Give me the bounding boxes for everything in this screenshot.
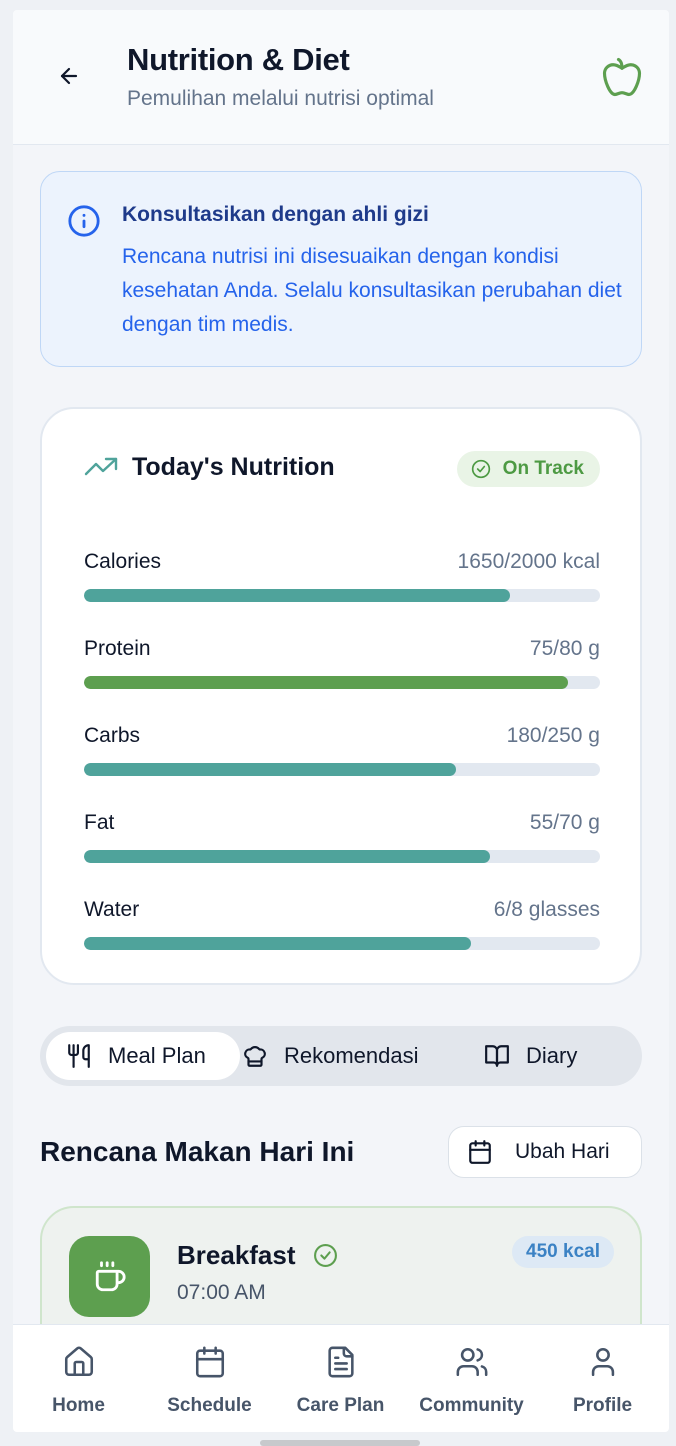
nav-label: Community	[419, 1395, 524, 1416]
metric-value: 75/80 g	[529, 637, 600, 660]
progress-bar	[84, 763, 600, 776]
calendar-icon	[469, 1140, 491, 1164]
progress-fill	[84, 763, 456, 776]
bottom-navigation: Home Schedule Care Plan Community Profil…	[13, 1324, 669, 1432]
tab-meal-plan[interactable]: Meal Plan	[46, 1032, 240, 1080]
chef-hat-icon	[244, 1046, 266, 1067]
metric-value: 55/70 g	[529, 811, 600, 834]
check-circle-icon	[314, 1244, 337, 1267]
tab-label: Rekomendasi	[284, 1043, 419, 1068]
meal-icon-box	[69, 1236, 150, 1317]
tab-diary[interactable]: Diary	[484, 1032, 614, 1080]
nutritionist-info-box: Konsultasikan dengan ahli gizi Rencana n…	[40, 171, 642, 367]
nav-profile[interactable]: Profile	[537, 1345, 668, 1425]
metric-fat: Fat 55/70 g	[84, 811, 600, 871]
metric-protein: Protein 75/80 g	[84, 637, 600, 697]
metric-value: 180/250 g	[506, 724, 600, 747]
info-icon	[68, 205, 100, 237]
progress-bar	[84, 850, 600, 863]
home-indicator	[260, 1440, 420, 1446]
coffee-icon	[95, 1260, 125, 1291]
user-icon	[591, 1347, 614, 1377]
metric-carbs: Carbs 180/250 g	[84, 724, 600, 784]
metric-label: Protein	[84, 637, 151, 660]
meal-name: Breakfast	[177, 1240, 296, 1270]
meal-time: 07:00 AM	[177, 1281, 266, 1304]
metric-label: Water	[84, 898, 140, 921]
progress-bar	[84, 589, 600, 602]
progress-fill	[84, 850, 490, 863]
apple-icon	[602, 57, 642, 97]
section-title: Rencana Makan Hari Ini	[40, 1136, 355, 1167]
page-header: Nutrition & Diet Pemulihan melalui nutri…	[13, 10, 669, 145]
nav-care-plan[interactable]: Care Plan	[275, 1345, 406, 1425]
page-subtitle: Pemulihan melalui nutrisi optimal	[127, 87, 434, 110]
tab-label: Meal Plan	[108, 1043, 206, 1068]
status-badge: On Track	[456, 451, 600, 487]
nav-label: Profile	[572, 1395, 633, 1416]
metric-label: Carbs	[84, 724, 141, 747]
metric-label: Calories	[84, 550, 162, 573]
tab-bar: Meal Plan Rekomendasi Diary	[40, 1026, 642, 1086]
metric-value: 1650/2000 kcal	[457, 550, 600, 573]
nav-label: Schedule	[167, 1395, 252, 1416]
back-button[interactable]	[53, 60, 85, 92]
nutrition-title: Today's Nutrition	[132, 453, 335, 481]
change-day-label: Ubah Hari	[515, 1140, 610, 1163]
book-open-icon	[485, 1045, 509, 1067]
progress-fill	[84, 937, 471, 950]
meal-kcal-badge: 450 kcal	[512, 1236, 614, 1268]
document-icon	[327, 1346, 354, 1378]
app-screen: Nutrition & Diet Pemulihan melalui nutri…	[13, 10, 669, 1432]
check-circle-icon	[471, 459, 490, 479]
nav-community[interactable]: Community	[406, 1345, 537, 1425]
progress-bar	[84, 937, 600, 950]
metric-value: 6/8 glasses	[493, 898, 600, 921]
progress-fill	[84, 589, 510, 602]
progress-fill	[84, 676, 568, 689]
users-icon	[456, 1347, 487, 1377]
status-label: On Track	[502, 458, 584, 479]
nav-schedule[interactable]: Schedule	[144, 1345, 275, 1425]
todays-nutrition-card: Today's Nutrition On Track Calories 1650…	[40, 407, 642, 985]
nav-label: Home	[52, 1395, 105, 1416]
change-day-button[interactable]: Ubah Hari	[448, 1126, 642, 1178]
utensils-icon	[68, 1044, 90, 1068]
page-title: Nutrition & Diet	[127, 42, 350, 77]
tab-label: Diary	[526, 1043, 578, 1068]
tab-rekomendasi[interactable]: Rekomendasi	[242, 1032, 452, 1080]
nav-home[interactable]: Home	[13, 1345, 144, 1425]
metric-label: Fat	[84, 811, 115, 834]
trending-up-icon	[84, 457, 118, 476]
progress-bar	[84, 676, 600, 689]
metric-calories: Calories 1650/2000 kcal	[84, 550, 600, 610]
nav-label: Care Plan	[296, 1395, 385, 1416]
home-icon	[64, 1346, 93, 1377]
arrow-left-icon	[60, 67, 78, 85]
calendar-icon	[195, 1346, 224, 1378]
metric-water: Water 6/8 glasses	[84, 898, 600, 958]
info-title: Konsultasikan dengan ahli gizi	[122, 203, 429, 226]
info-text: Rencana nutrisi ini disesuaikan dengan k…	[122, 245, 622, 336]
